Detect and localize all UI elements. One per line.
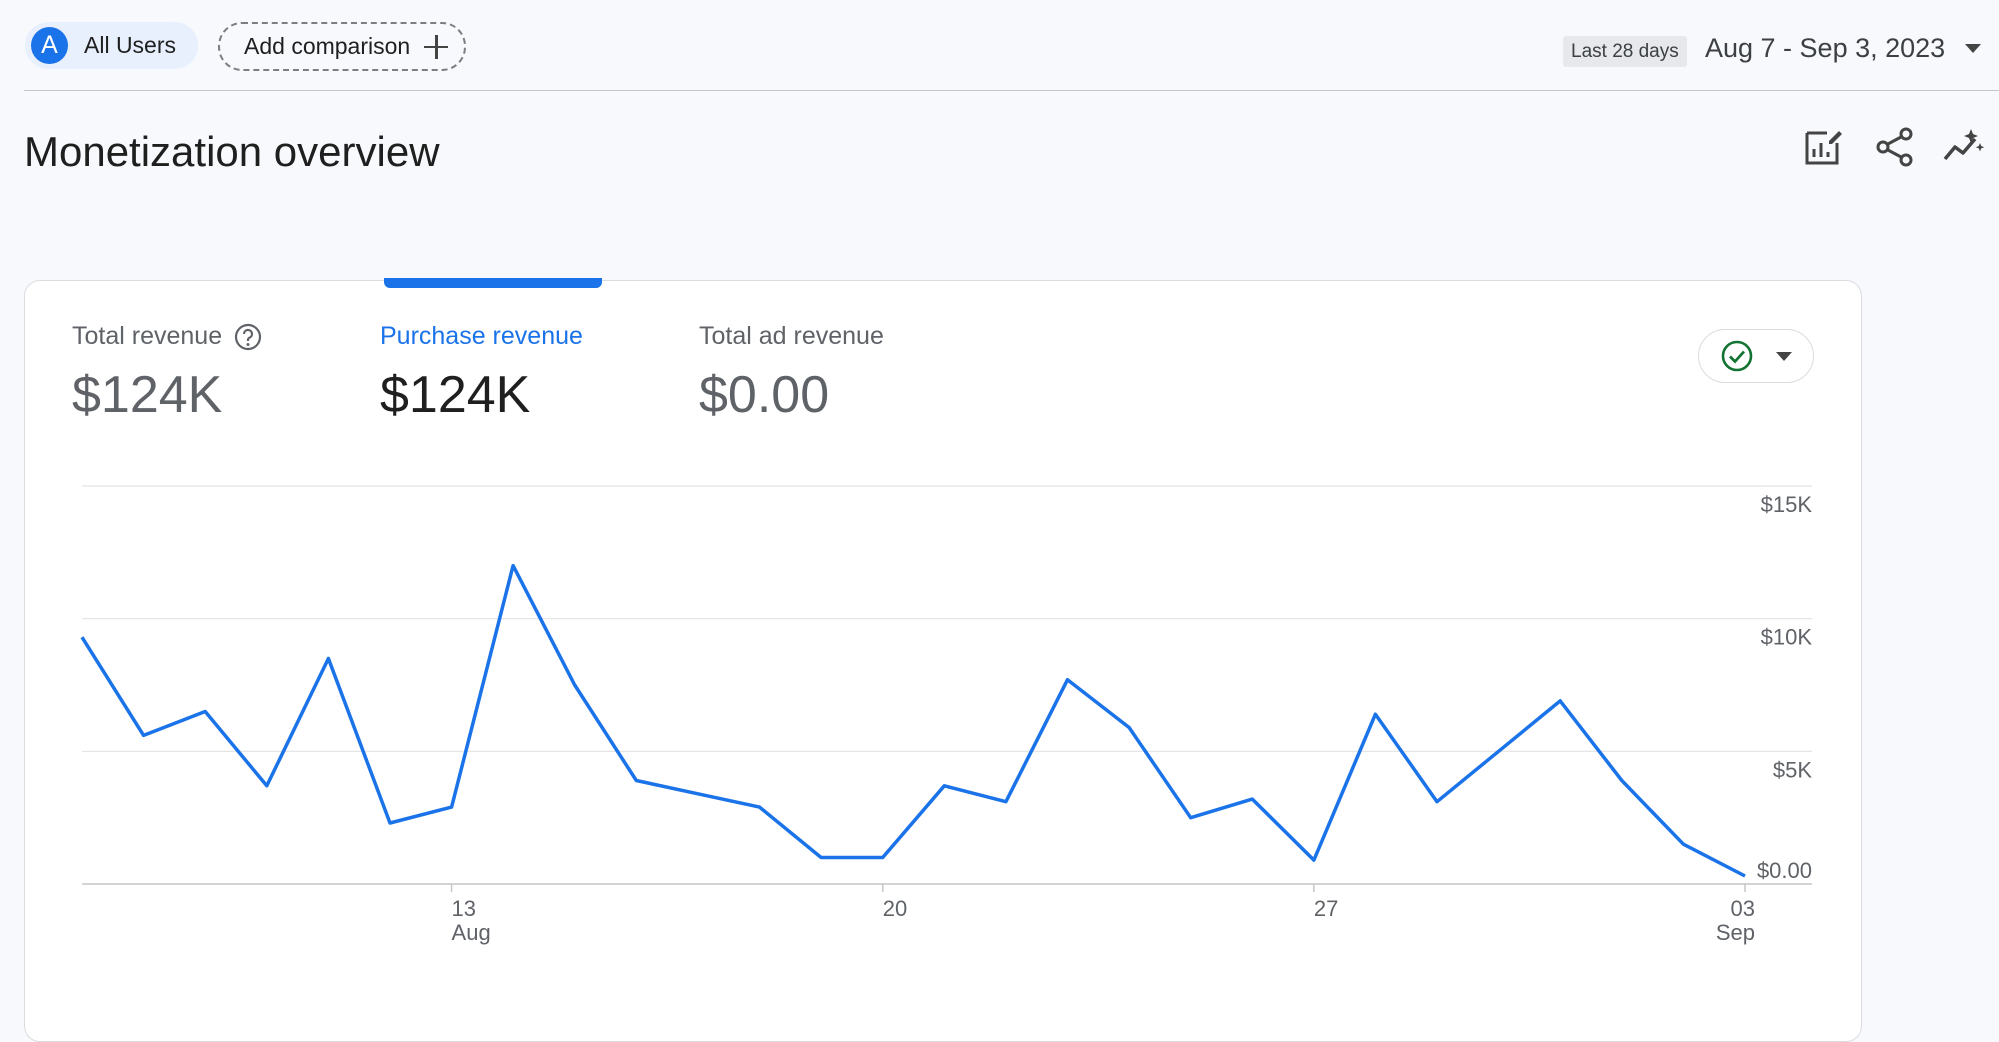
purchase-revenue-series-line bbox=[80, 563, 1746, 878]
x-tick-label: 27 bbox=[1314, 896, 1338, 921]
y-tick-label: $15K bbox=[1761, 492, 1813, 517]
y-tick-label: $0.00 bbox=[1757, 858, 1812, 883]
x-tick-label: 13 bbox=[452, 896, 476, 921]
revenue-line-chart: $0.00 $5K $10K $15K 13Aug 20 27 03Sep bbox=[80, 485, 1813, 945]
x-tick-label: 20 bbox=[883, 896, 907, 921]
y-tick-label: $10K bbox=[1761, 625, 1813, 650]
y-tick-label: $5K bbox=[1773, 757, 1812, 782]
x-tick-label: 03 bbox=[1731, 896, 1755, 921]
x-tick-month-label: Sep bbox=[1716, 920, 1755, 945]
x-tick-month-label: Aug bbox=[452, 920, 491, 945]
